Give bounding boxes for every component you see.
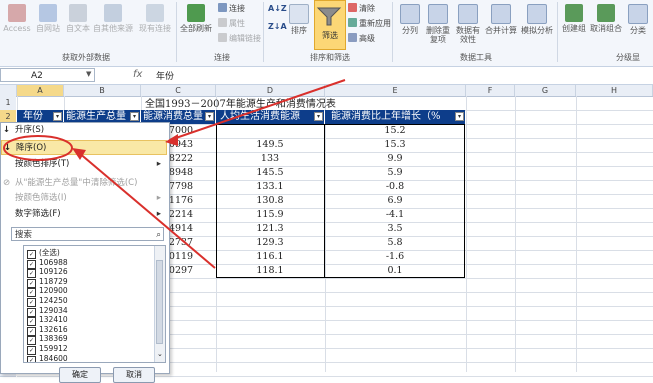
checklist-item[interactable]: ✓ 109126 bbox=[27, 267, 68, 279]
cancel-button[interactable]: 取消 bbox=[113, 367, 155, 383]
sort-descending-item[interactable]: ↓ 降序(O) bbox=[1, 140, 167, 155]
grid-line bbox=[515, 96, 516, 372]
grid-line bbox=[466, 96, 467, 372]
checklist-item[interactable]: ✓ 184600 bbox=[27, 354, 68, 362]
clear-filter-icon: ⊘ bbox=[3, 178, 11, 188]
table-border bbox=[324, 124, 325, 278]
grid-line bbox=[576, 96, 577, 372]
filter-by-color-item[interactable]: 按颜色筛选(I) ▸ bbox=[1, 191, 167, 206]
checklist-item[interactable]: ✓ (全选) bbox=[27, 248, 60, 259]
checklist-item[interactable]: ✓ 120900 bbox=[27, 286, 68, 298]
checklist-item[interactable]: ✓ 118729 bbox=[27, 277, 68, 288]
checklist-item[interactable]: ✓ 132410 bbox=[27, 315, 68, 327]
table-border bbox=[216, 124, 465, 278]
filter-dropdown-icon[interactable]: ▾ bbox=[314, 112, 323, 121]
filter-menu: ↓ 升序(S) ↓ 降序(O) 按颜色排序(T) ▸ ⊘ 从"能源生产总量"中清… bbox=[0, 122, 170, 383]
table-title[interactable]: 全国1993－2007年能源生产和消费情况表 bbox=[145, 95, 336, 110]
submenu-arrow-icon: ▸ bbox=[156, 209, 161, 219]
checklist-item[interactable]: ✓ 159912 bbox=[27, 344, 68, 355]
checkbox-icon[interactable]: ✓ bbox=[27, 355, 36, 362]
row-header[interactable]: 1 bbox=[0, 96, 16, 111]
checklist-item[interactable]: ✓ 129034 bbox=[27, 306, 68, 317]
scrollbar-thumb[interactable] bbox=[156, 260, 163, 344]
ok-button[interactable]: 确定 bbox=[59, 367, 101, 383]
checklist-item[interactable]: ✓ 138369 bbox=[27, 334, 68, 346]
sort-ascending-item[interactable]: ↓ 升序(S) bbox=[1, 123, 167, 138]
value-checklist[interactable]: ⌄ ✓ (全选) ✓ 106988 ✓ 109126 ✓ 118729 ✓ 120900 ✓ 1242… bbox=[23, 245, 166, 363]
search-icon: ⌕ bbox=[156, 230, 161, 240]
number-filters-item[interactable]: 数字筛选(F) ▸ bbox=[1, 207, 167, 222]
header-cell-growth[interactable]: 能源消费比上年增长（% ▾ bbox=[325, 110, 465, 124]
filter-dropdown-icon[interactable]: ▾ bbox=[130, 112, 139, 121]
filter-dropdown-icon[interactable]: ▾ bbox=[205, 112, 214, 121]
filter-dropdown-icon[interactable]: ▾ bbox=[53, 112, 62, 121]
checklist-item[interactable]: ✓ 124250 bbox=[27, 296, 68, 307]
checklist-item[interactable]: ✓ 132616 bbox=[27, 325, 68, 336]
sort-asc-icon: ↓ bbox=[3, 125, 11, 135]
sort-by-color-item[interactable]: 按颜色排序(T) ▸ bbox=[1, 157, 167, 172]
checklist-item[interactable]: ✓ 106988 bbox=[27, 258, 68, 269]
header-cell-per-capita[interactable]: 人均生活消费能源 ▾ bbox=[216, 110, 324, 124]
submenu-arrow-icon: ▸ bbox=[156, 159, 161, 169]
filter-dropdown-icon[interactable]: ▾ bbox=[455, 112, 464, 121]
search-input[interactable]: 搜索 ⌕ bbox=[11, 227, 164, 241]
sort-desc-icon: ↓ bbox=[4, 143, 12, 153]
clear-filter-item[interactable]: ⊘ 从"能源生产总量"中清除筛选(C) bbox=[1, 176, 167, 191]
chevron-down-icon[interactable]: ⌄ bbox=[157, 350, 163, 358]
scrollbar[interactable]: ⌄ bbox=[154, 246, 165, 362]
submenu-arrow-icon: ▸ bbox=[156, 193, 161, 203]
